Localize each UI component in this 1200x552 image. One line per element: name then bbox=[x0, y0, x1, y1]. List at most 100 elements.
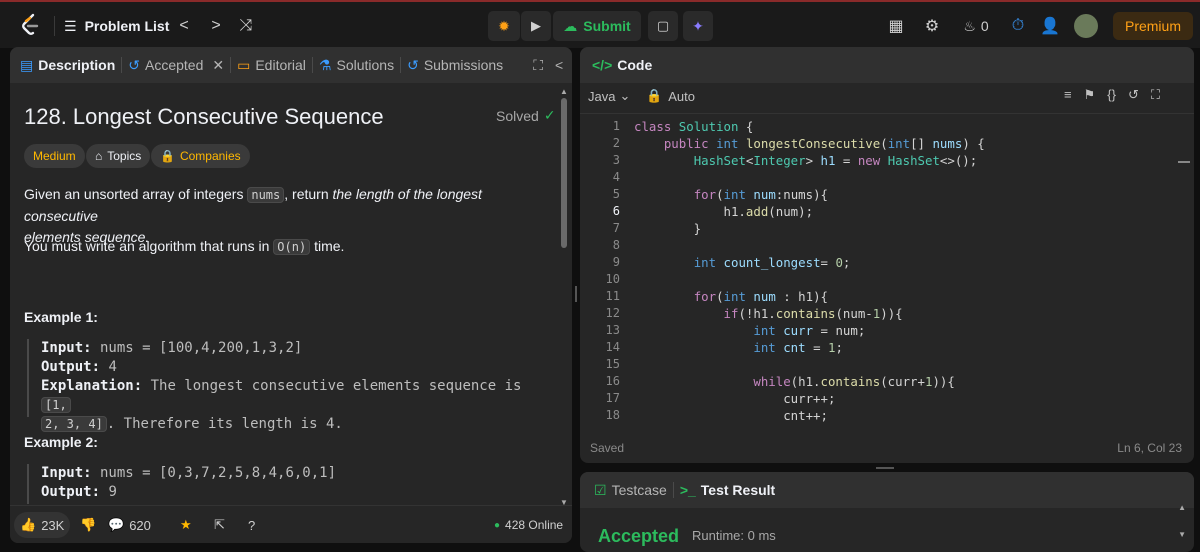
explanation-text: The longest consecutive elements sequenc… bbox=[142, 378, 522, 394]
verdict: Accepted bbox=[598, 526, 680, 546]
maximize-icon[interactable]: ⛶ bbox=[527, 47, 549, 83]
output-label: Output: bbox=[41, 359, 101, 375]
premium-button[interactable]: Premium bbox=[1113, 12, 1193, 40]
line-number: 13 bbox=[605, 323, 620, 337]
share-icon[interactable]: ⇱ bbox=[208, 512, 231, 538]
inline-code: 2, 3, 4] bbox=[41, 416, 107, 432]
language-select[interactable]: Java ⌄ bbox=[588, 88, 630, 104]
line-number: 11 bbox=[605, 289, 620, 303]
premium-label: Premium bbox=[1124, 18, 1181, 34]
tab-label: Solutions bbox=[336, 57, 395, 73]
leetcode-logo[interactable] bbox=[18, 12, 44, 38]
problem-list-label: Problem List bbox=[84, 18, 170, 34]
like-button[interactable]: 👍 23K bbox=[14, 512, 71, 538]
text: time. bbox=[310, 238, 345, 254]
output-value: 4 bbox=[100, 359, 117, 375]
divider bbox=[54, 16, 55, 36]
tab-test-result[interactable]: >_ Test Result bbox=[674, 472, 781, 508]
tab-accepted[interactable]: ↺ Accepted ✕ bbox=[122, 47, 230, 83]
notes-button[interactable]: ▢ bbox=[648, 11, 678, 41]
comment-icon: 💬 bbox=[108, 517, 125, 532]
timer-icon[interactable]: ⏱ bbox=[1006, 14, 1030, 38]
tab-description[interactable]: ▤ Description bbox=[14, 47, 121, 83]
flask-icon: ⚗ bbox=[318, 56, 332, 73]
line-number: 17 bbox=[605, 391, 620, 405]
vertical-resize-handle[interactable] bbox=[575, 286, 577, 302]
problem-list-button[interactable]: ☰ Problem List bbox=[64, 14, 169, 38]
explanation-text: . Therefore its length is 4. bbox=[106, 416, 343, 432]
scroll-up-icon[interactable]: ▲ bbox=[560, 87, 568, 96]
test-tabs: ☑ Testcase >_ Test Result bbox=[580, 472, 1194, 508]
help-icon[interactable]: ? bbox=[242, 512, 261, 538]
tab-label: Code bbox=[617, 57, 653, 73]
dislike-button[interactable]: 👎 bbox=[74, 512, 102, 538]
scroll-up-icon[interactable]: ▲ bbox=[1178, 503, 1186, 512]
auto-mode[interactable]: 🔒 Auto bbox=[646, 88, 695, 104]
favorite-icon[interactable]: ★ bbox=[174, 512, 198, 538]
comments-button[interactable]: 💬 620 bbox=[102, 512, 157, 538]
comment-count: 620 bbox=[129, 517, 151, 533]
line-number: 14 bbox=[605, 340, 620, 354]
online-dot-icon: ● bbox=[494, 519, 501, 531]
complexity-requirement: You must write an algorithm that runs in… bbox=[24, 236, 344, 258]
debug-button[interactable]: ✹ bbox=[488, 11, 520, 41]
example-block: Input: nums = [100,4,200,1,3,2] Output: … bbox=[27, 339, 547, 432]
companies-chip[interactable]: 🔒 Companies bbox=[151, 144, 250, 168]
bug-icon: ✹ bbox=[498, 17, 510, 34]
run-button[interactable]: ▶ bbox=[521, 11, 551, 41]
line-number: 5 bbox=[612, 187, 620, 201]
shuffle-icon[interactable]: ⤨ bbox=[234, 14, 258, 38]
line-number: 10 bbox=[605, 272, 620, 286]
layout-icon[interactable]: ▦ bbox=[884, 14, 908, 38]
note-icon: ▢ bbox=[656, 18, 670, 33]
tab-testcase[interactable]: ☑ Testcase bbox=[588, 472, 673, 508]
check-circle-icon: ✓ bbox=[543, 107, 556, 123]
tab-solutions[interactable]: ⚗ Solutions bbox=[313, 47, 400, 83]
tab-editorial[interactable]: ▭ Editorial bbox=[231, 47, 312, 83]
avatar[interactable] bbox=[1074, 14, 1098, 38]
add-user-icon[interactable]: 👤 bbox=[1038, 14, 1062, 38]
tab-submissions[interactable]: ↺ Submissions bbox=[401, 47, 509, 83]
scroll-thumb[interactable] bbox=[561, 98, 567, 248]
streak-counter[interactable]: ♨ 0 bbox=[958, 14, 994, 38]
difficulty-badge: Medium bbox=[24, 144, 85, 168]
fullscreen-icon[interactable]: ⛶ bbox=[1151, 87, 1160, 103]
text: , return bbox=[284, 186, 333, 202]
editor-scrollbar[interactable] bbox=[1178, 161, 1190, 163]
tab-label: Accepted bbox=[144, 57, 204, 73]
solved-label: Solved bbox=[496, 107, 539, 124]
horizontal-resize-handle[interactable] bbox=[876, 467, 894, 469]
format-icon[interactable]: ≡ bbox=[1064, 87, 1072, 103]
description-panel: ▤ Description ↺ Accepted ✕ ▭ Editorial ⚗ Solu… bbox=[10, 47, 572, 543]
prev-problem-icon[interactable]: < bbox=[172, 14, 196, 38]
scroll-down-icon[interactable]: ▼ bbox=[1178, 530, 1186, 539]
code-editor[interactable]: 1 2 3 4 5 6 7 8 9 10 11 12 13 14 15 16 17 18 class Soluti… bbox=[580, 119, 1180, 423]
settings-icon[interactable]: ⚙ bbox=[920, 14, 944, 38]
runtime: Runtime: 0 ms bbox=[692, 528, 776, 543]
close-icon[interactable]: ✕ bbox=[212, 57, 224, 74]
submit-button[interactable]: ☁ Submit bbox=[553, 11, 641, 41]
mode-label: Auto bbox=[668, 88, 695, 104]
reset-icon[interactable]: ↺ bbox=[1128, 87, 1139, 103]
bookmark-icon[interactable]: ⚑ bbox=[1084, 87, 1096, 103]
like-count: 23K bbox=[41, 517, 65, 533]
history-icon: ↺ bbox=[407, 56, 419, 73]
collapse-icon[interactable]: < bbox=[549, 47, 569, 83]
top-bar: ☰ Problem List < > ⤨ ✹ ▶ ☁ Submit ▢ ✦ ▦ … bbox=[0, 0, 1200, 48]
tab-label: Editorial bbox=[255, 57, 306, 73]
scrollbar[interactable]: ▲ ▼ bbox=[560, 87, 568, 507]
tab-code[interactable]: </> Code bbox=[586, 47, 658, 83]
braces-icon[interactable]: {} bbox=[1107, 87, 1116, 103]
input-value: nums = [0,3,7,2,5,8,4,6,0,1] bbox=[91, 465, 337, 481]
chevron-down-icon: ⌄ bbox=[619, 88, 631, 103]
topics-label: Topics bbox=[107, 149, 142, 163]
ai-button[interactable]: ✦ bbox=[683, 11, 713, 41]
topics-chip[interactable]: ⌂ Topics bbox=[86, 144, 151, 168]
description-footer: 👍 23K 👎 💬 620 ★ ⇱ ? ● 428 Online bbox=[10, 505, 572, 543]
next-problem-icon[interactable]: > bbox=[204, 14, 228, 38]
line-number: 7 bbox=[612, 221, 620, 235]
line-number: 8 bbox=[612, 238, 620, 252]
tab-label: Test Result bbox=[700, 482, 776, 498]
line-number: 1 bbox=[612, 119, 620, 133]
input-value: nums = [100,4,200,1,3,2] bbox=[91, 340, 303, 356]
